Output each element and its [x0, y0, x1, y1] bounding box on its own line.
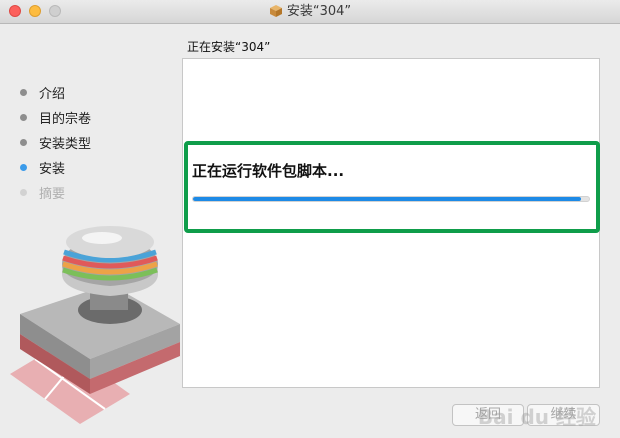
package-icon: [269, 4, 283, 23]
step-label: 安装类型: [39, 137, 92, 152]
window-title-area: 安装“304”: [0, 4, 620, 23]
install-status-text: 正在运行软件包脚本...: [192, 162, 345, 180]
step-installation-type: 安装类型: [20, 130, 91, 155]
install-progress-fill: [193, 197, 582, 201]
installer-stamp-icon: [10, 226, 180, 424]
title-bar: 安装“304”: [0, 0, 620, 24]
step-dot-icon: [20, 89, 27, 96]
steps-sidebar: 介绍 目的宗卷 安装类型 安装 摘要: [20, 80, 91, 205]
highlight-annotation: [184, 141, 600, 233]
step-dot-disabled-icon: [20, 189, 27, 196]
step-label: 目的宗卷: [39, 112, 92, 127]
install-progress-bar: [192, 196, 590, 202]
step-destination: 目的宗卷: [20, 105, 91, 130]
step-label: 介绍: [39, 87, 66, 102]
step-dot-icon: [20, 114, 27, 121]
window-title: 安装“304”: [286, 4, 352, 19]
step-install: 安装: [20, 155, 91, 180]
step-dot-icon: [20, 139, 27, 146]
installer-content: 正在安装“304” 介绍 目的宗卷 安装类型 安装 摘要 正在运行软件包脚本..…: [0, 24, 620, 438]
step-label: 摘要: [39, 187, 66, 202]
page-title: 正在安装“304”: [187, 40, 271, 54]
step-introduction: 介绍: [20, 80, 91, 105]
watermark-text: Bai du 经验: [477, 405, 596, 429]
step-dot-active-icon: [20, 164, 27, 171]
step-label: 安装: [39, 162, 66, 177]
step-summary: 摘要: [20, 180, 91, 205]
